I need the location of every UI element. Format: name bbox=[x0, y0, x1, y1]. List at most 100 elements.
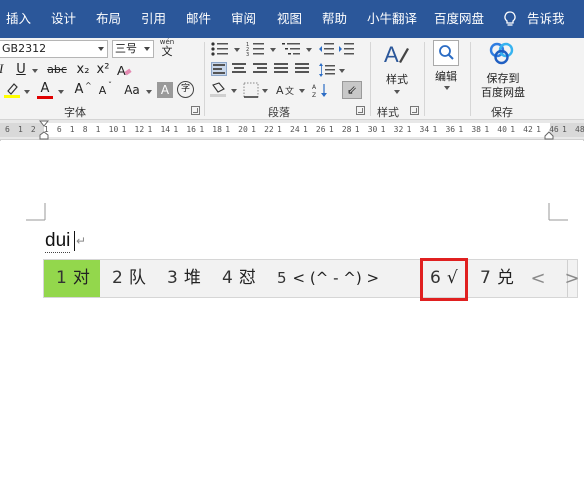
candidate-4[interactable]: 4怼 bbox=[222, 260, 256, 297]
chevron-down-icon[interactable] bbox=[299, 89, 305, 93]
increase-indent-icon[interactable] bbox=[338, 40, 354, 58]
candidate-text: 兑 bbox=[496, 268, 514, 288]
font-name-value: GB2312 bbox=[2, 42, 47, 55]
ruler-tick-label: 48 bbox=[575, 125, 584, 134]
next-page-button[interactable]: > bbox=[560, 260, 584, 297]
ruler-tick-label: 1 bbox=[302, 125, 308, 134]
chevron-down-icon[interactable] bbox=[270, 48, 276, 52]
tab-design[interactable]: 设计 bbox=[51, 0, 76, 38]
ruler-tick-label: 1 bbox=[251, 125, 256, 134]
group-separator bbox=[370, 42, 371, 116]
ruler-tick-label: 6 bbox=[56, 125, 62, 134]
chevron-down-icon[interactable] bbox=[144, 47, 150, 51]
ruler-tick-label: 20 bbox=[238, 125, 248, 134]
ruler-tick-label: 42 bbox=[523, 125, 533, 134]
character-shading-button[interactable]: A bbox=[157, 82, 173, 98]
font-dialog-launcher-icon[interactable] bbox=[191, 106, 200, 115]
highlight-annotation-box bbox=[420, 258, 468, 301]
ruler-tick-label: 36 bbox=[445, 125, 456, 134]
ruler-tick-label: 32 bbox=[393, 125, 404, 134]
chevron-down-icon[interactable] bbox=[306, 48, 312, 52]
right-indent-icon[interactable] bbox=[544, 130, 554, 140]
tab-references[interactable]: 引用 bbox=[141, 0, 166, 38]
chevron-down-icon[interactable] bbox=[444, 86, 450, 90]
highlight-color-icon[interactable] bbox=[4, 81, 22, 99]
subscript-button[interactable]: x₂ bbox=[74, 61, 92, 79]
justify-icon[interactable] bbox=[274, 63, 290, 77]
ruler-tick-label: 1 bbox=[432, 125, 438, 134]
tab-layout[interactable]: 布局 bbox=[96, 0, 121, 38]
align-left-icon[interactable] bbox=[211, 62, 227, 76]
align-right-icon[interactable] bbox=[253, 63, 269, 77]
bullets-icon[interactable] bbox=[210, 40, 230, 58]
underline-button[interactable]: U bbox=[12, 61, 30, 79]
chinese-layout-icon[interactable]: A文 bbox=[276, 82, 296, 98]
show-formatting-marks-icon[interactable]: ⇙ bbox=[342, 81, 362, 99]
corner-mark-right bbox=[548, 203, 568, 221]
styles-dialog-launcher-icon[interactable] bbox=[410, 106, 419, 115]
chevron-down-icon[interactable] bbox=[146, 90, 152, 94]
line-spacing-icon[interactable] bbox=[318, 61, 336, 79]
distributed-icon[interactable] bbox=[295, 63, 311, 77]
increase-font-size-button[interactable]: A ^ bbox=[72, 81, 92, 99]
candidate-text: < (^ - ^) > bbox=[292, 269, 380, 287]
tab-review[interactable]: 审阅 bbox=[231, 0, 256, 38]
italic-partial[interactable]: I bbox=[0, 61, 8, 81]
editing-button[interactable] bbox=[433, 40, 459, 66]
svg-text:I: I bbox=[0, 61, 4, 75]
font-name-combo[interactable]: GB2312 bbox=[0, 40, 108, 58]
tell-me-search[interactable]: 告诉我 bbox=[527, 0, 565, 38]
decrease-font-size-button[interactable]: A ˇ bbox=[96, 81, 116, 99]
change-case-button[interactable]: Aa bbox=[120, 81, 144, 99]
caret-down-icon: ˇ bbox=[108, 81, 112, 90]
chevron-down-icon[interactable] bbox=[234, 48, 240, 52]
clear-format-icon[interactable]: A bbox=[116, 62, 132, 78]
strikethrough-button[interactable]: abc bbox=[44, 61, 70, 79]
chevron-down-icon[interactable] bbox=[339, 69, 345, 73]
enclose-characters-button[interactable]: 字 bbox=[177, 81, 194, 98]
decrease-indent-icon[interactable] bbox=[318, 40, 334, 58]
prev-page-button[interactable]: < bbox=[526, 260, 550, 297]
styles-icon[interactable]: A bbox=[383, 40, 411, 68]
candidate-7[interactable]: 7兑 bbox=[480, 260, 514, 297]
baidu-netdisk-icon[interactable] bbox=[489, 41, 515, 65]
document-page[interactable] bbox=[0, 141, 584, 500]
editing-button-label[interactable]: 编辑 bbox=[430, 68, 462, 84]
paragraph-dialog-launcher-icon[interactable] bbox=[356, 106, 365, 115]
ruler-tick-label: 1 bbox=[380, 125, 386, 134]
chevron-down-icon[interactable] bbox=[58, 90, 64, 94]
phonetic-guide-button[interactable]: wén 文 bbox=[158, 38, 176, 60]
candidate-5[interactable]: 5 < (^ - ^) > bbox=[277, 260, 379, 297]
chevron-down-icon[interactable] bbox=[231, 89, 237, 93]
tab-view[interactable]: 视图 bbox=[277, 0, 302, 38]
align-center-icon[interactable] bbox=[232, 63, 248, 77]
numbering-icon[interactable]: 1 2 3 bbox=[246, 40, 266, 58]
superscript-button[interactable]: x² bbox=[94, 61, 112, 79]
tab-mailings[interactable]: 邮件 bbox=[186, 0, 211, 38]
chevron-down-icon[interactable] bbox=[24, 90, 30, 94]
font-color-button[interactable]: A bbox=[37, 81, 55, 99]
chevron-down-icon[interactable] bbox=[394, 90, 400, 94]
chevron-down-icon[interactable] bbox=[262, 89, 268, 93]
candidate-3[interactable]: 3堆 bbox=[167, 260, 201, 297]
svg-text:A: A bbox=[384, 42, 399, 67]
tab-baidu-netdisk[interactable]: 百度网盘 bbox=[434, 0, 484, 38]
chevron-down-icon[interactable] bbox=[98, 47, 104, 51]
horizontal-ruler[interactable]: 6 1 2 1 6 1 8 1 10 1 12 1 14 1 16 1 18 1 20 1 22 1 24 1 26 1 28 1 30… bbox=[0, 120, 584, 140]
candidate-1[interactable]: 1对 bbox=[44, 260, 100, 297]
font-size-combo[interactable]: 三号 bbox=[112, 40, 154, 58]
ruler-tick-label: 38 bbox=[471, 125, 481, 134]
multilevel-list-icon[interactable] bbox=[282, 40, 302, 58]
candidate-2[interactable]: 2队 bbox=[112, 260, 146, 297]
save-to-baidu-label-2[interactable]: 百度网盘 bbox=[478, 84, 528, 100]
tab-help[interactable]: 帮助 bbox=[322, 0, 347, 38]
sort-icon[interactable]: AZ bbox=[312, 82, 330, 98]
shading-icon[interactable] bbox=[210, 82, 228, 98]
first-line-indent-icon[interactable] bbox=[39, 120, 49, 140]
tab-insert[interactable]: 插入 bbox=[6, 0, 31, 38]
lightbulb-icon[interactable] bbox=[501, 10, 519, 28]
chevron-down-icon[interactable] bbox=[32, 69, 38, 73]
styles-button-label[interactable]: 样式 bbox=[383, 71, 411, 87]
tab-xiaoniu-translate[interactable]: 小牛翻译 bbox=[367, 0, 417, 38]
borders-icon[interactable] bbox=[243, 82, 259, 98]
